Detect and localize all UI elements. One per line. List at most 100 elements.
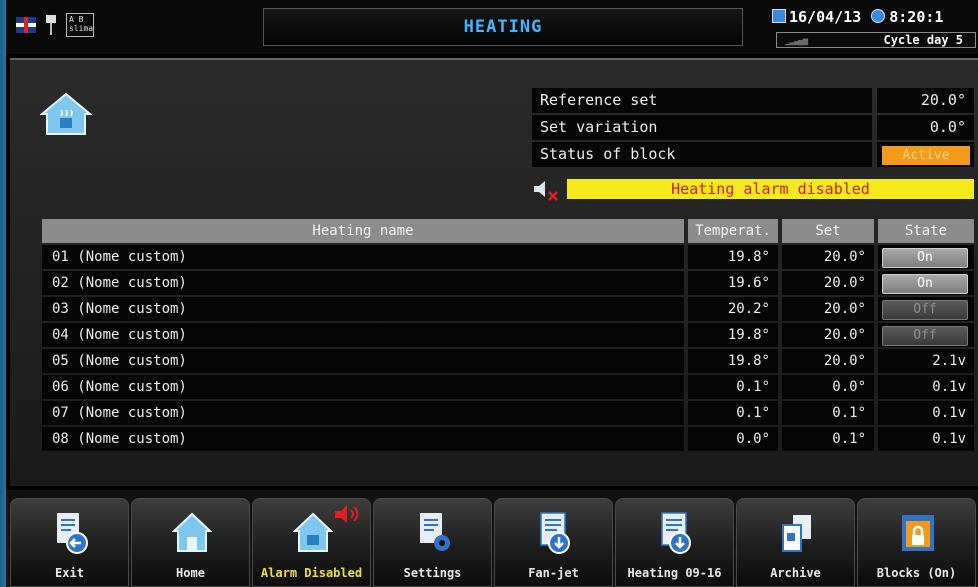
table-header: Heating name Temperat. Set State <box>42 218 974 244</box>
toolbar-button-alarm-disabled[interactable]: Alarm Disabled <box>252 498 371 587</box>
date-text: 16/04/13 <box>789 8 862 26</box>
state-toggle-button[interactable]: Off <box>882 300 968 320</box>
table-body: 01 (Nome custom) 19.8° 20.0° On 02 (Nome cus… <box>42 244 974 452</box>
ab-badge-letters: A B <box>69 15 84 24</box>
table-row[interactable]: 05 (Nome custom) 19.8° 20.0° 2.1v <box>42 348 974 374</box>
page-title-text: HEATING <box>463 17 543 37</box>
reference-set-value[interactable]: 20.0° <box>877 88 974 113</box>
table-row[interactable]: 07 (Nome custom) 0.1° 0.1° 0.1v <box>42 400 974 426</box>
info-row-set-variation: Set variation 0.0° <box>532 114 974 141</box>
cycle-day-box: ▁▂▃▄▅ Cycle day 5 <box>776 32 976 48</box>
table-row[interactable]: 03 (Nome custom) 20.2° 20.0° Off <box>42 296 974 322</box>
speaker-muted-icon <box>534 181 558 201</box>
temperature-value: 19.6° <box>688 271 778 295</box>
status-active-badge[interactable]: Active <box>882 146 970 165</box>
table-row[interactable]: 08 (Nome custom) 0.0° 0.1° 0.1v <box>42 426 974 452</box>
state-value[interactable]: 2.1v <box>878 349 974 373</box>
set-value[interactable]: 20.0° <box>782 323 874 347</box>
clock-icon <box>871 9 886 23</box>
alarm-muted-icon <box>335 505 359 523</box>
header-set: Set <box>782 219 874 243</box>
state-cell: Off <box>878 323 974 347</box>
heating-name: 06 (Nome custom) <box>42 375 684 399</box>
home-icon <box>171 511 213 555</box>
toolbar-button-label: Fan-jet <box>528 566 579 580</box>
alarm-disabled-banner: Heating alarm disabled <box>567 179 974 199</box>
state-value[interactable]: 0.1v <box>878 401 974 425</box>
usb-icon <box>44 15 58 35</box>
heated-home-icon <box>40 92 92 135</box>
page-title: HEATING <box>263 8 743 46</box>
temperature-value: 19.8° <box>688 323 778 347</box>
toolbar-button-exit[interactable]: Exit <box>10 498 129 587</box>
signal-bars-icon: ▁▂▃▄▅ <box>785 36 808 46</box>
calendar-icon <box>772 9 786 23</box>
table-row[interactable]: 04 (Nome custom) 19.8° 20.0° Off <box>42 322 974 348</box>
set-value[interactable]: 20.0° <box>782 349 874 373</box>
status-icons: A B slima <box>16 13 94 37</box>
table-row[interactable]: 02 (Nome custom) 19.6° 20.0° On <box>42 270 974 296</box>
header-state: State <box>878 219 974 243</box>
set-value[interactable]: 0.1° <box>782 401 874 425</box>
ab-badge[interactable]: A B slima <box>66 13 94 37</box>
ab-badge-sub: slima <box>69 24 94 33</box>
heating-name: 04 (Nome custom) <box>42 323 684 347</box>
uk-flag-icon[interactable] <box>16 17 36 33</box>
toolbar-button-heating-09-16[interactable]: Heating 09-16 <box>615 498 734 587</box>
temperature-value: 20.2° <box>688 297 778 321</box>
set-value[interactable]: 0.1° <box>782 427 874 451</box>
toolbar-button-settings[interactable]: Settings <box>373 498 492 587</box>
toolbar-button-fan-jet[interactable]: Fan-jet <box>494 498 613 587</box>
state-value[interactable]: 0.1v <box>878 375 974 399</box>
set-variation-value[interactable]: 0.0° <box>877 115 974 140</box>
heating-name: 05 (Nome custom) <box>42 349 684 373</box>
state-cell: Off <box>878 297 974 321</box>
temperature-value: 19.8° <box>688 349 778 373</box>
temperature-value: 0.0° <box>688 427 778 451</box>
home-alarm-icon <box>292 511 334 555</box>
info-label: Status of block <box>532 142 872 167</box>
set-value[interactable]: 0.0° <box>782 375 874 399</box>
set-value[interactable]: 20.0° <box>782 245 874 269</box>
time-text: 8:20:1 <box>889 8 944 26</box>
set-value[interactable]: 20.0° <box>782 271 874 295</box>
lock-icon <box>898 511 938 555</box>
info-table: Reference set 20.0° Set variation 0.0° S… <box>532 87 974 168</box>
hmi-screen: A B slima HEATING 16/04/13 8:20:1 ▁▂▃▄▅ C… <box>6 0 978 587</box>
temperature-value: 19.8° <box>688 245 778 269</box>
temperature-value: 0.1° <box>688 375 778 399</box>
table-row[interactable]: 01 (Nome custom) 19.8° 20.0° On <box>42 244 974 270</box>
toolbar-button-home[interactable]: Home <box>131 498 250 587</box>
state-toggle-button[interactable]: On <box>882 274 968 294</box>
info-row-status-of-block: Status of block Active <box>532 141 974 168</box>
doc-down-icon <box>656 511 696 555</box>
header-heating-name: Heating name <box>42 219 684 243</box>
heating-table: Heating name Temperat. Set State 01 (Nom… <box>42 218 974 452</box>
state-value[interactable]: 0.1v <box>878 427 974 451</box>
heating-name: 01 (Nome custom) <box>42 245 684 269</box>
doc-down-icon <box>535 511 575 555</box>
info-label: Set variation <box>532 115 872 140</box>
archive-icon <box>777 511 817 555</box>
toolbar-button-label: Heating 09-16 <box>627 566 722 580</box>
content-panel: Reference set 20.0° Set variation 0.0° S… <box>10 58 978 486</box>
info-row-reference-set: Reference set 20.0° <box>532 87 974 114</box>
state-toggle-button[interactable]: On <box>882 248 968 268</box>
cycle-day-text: Cycle day 5 <box>883 33 963 47</box>
state-cell: On <box>878 271 974 295</box>
header-temperature: Temperat. <box>688 219 778 243</box>
top-bar: A B slima HEATING 16/04/13 8:20:1 ▁▂▃▄▅ C… <box>6 0 978 54</box>
toolbar-button-label: Blocks (On) <box>876 566 957 580</box>
doc-back-icon <box>51 511 91 555</box>
toolbar-button-archive[interactable]: Archive <box>736 498 855 587</box>
heating-name: 08 (Nome custom) <box>42 427 684 451</box>
heating-name: 03 (Nome custom) <box>42 297 684 321</box>
state-toggle-button[interactable]: Off <box>882 326 968 346</box>
datetime: 16/04/13 8:20:1 <box>772 8 978 26</box>
set-value[interactable]: 20.0° <box>782 297 874 321</box>
toolbar-button-label: Exit <box>55 566 84 580</box>
table-row[interactable]: 06 (Nome custom) 0.1° 0.0° 0.1v <box>42 374 974 400</box>
alarm-row: Heating alarm disabled <box>532 177 974 201</box>
toolbar-button-blocks-on[interactable]: Blocks (On) <box>857 498 976 587</box>
heating-name: 07 (Nome custom) <box>42 401 684 425</box>
